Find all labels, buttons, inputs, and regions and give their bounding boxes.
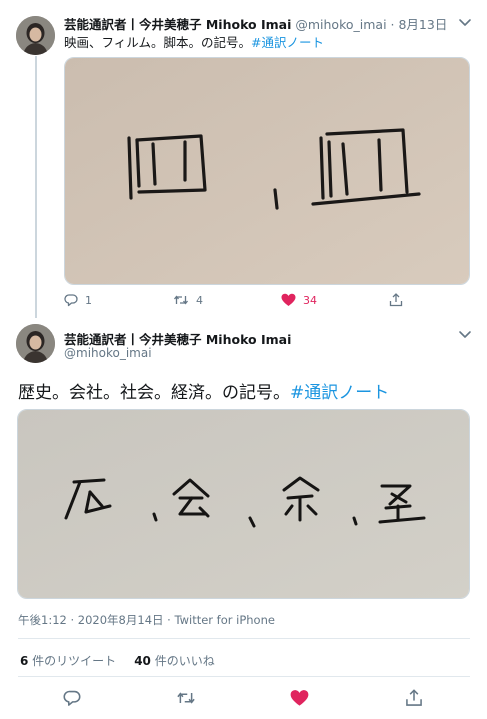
divider <box>18 638 470 639</box>
handle[interactable]: @mihoko_imai <box>64 346 152 360</box>
share-icon[interactable] <box>405 689 423 707</box>
tweet-text: 歴史。会社。社会。経済。の記号。#通訳ノート <box>18 378 389 403</box>
tweet-text: 映画、フィルム。脚本。の記号。#通訳ノート <box>64 32 324 51</box>
handle[interactable]: @mihoko_imai <box>295 17 386 32</box>
retweet-icon <box>173 295 189 305</box>
retweet-icon[interactable] <box>176 689 196 707</box>
reply-count: 1 <box>85 293 92 307</box>
like-count: 34 <box>303 293 317 307</box>
tweet-date[interactable]: 8月13日 <box>398 17 447 32</box>
share-icon[interactable] <box>389 293 403 307</box>
tweet-text-body: 歴史。会社。社会。経済。の記号。 <box>18 383 290 403</box>
retweet-count: 4 <box>196 293 203 307</box>
tweet1-header: 芸能通訳者丨今井美穂子 Mihoko Imai @mihoko_imai · 8… <box>64 14 447 33</box>
like-action[interactable]: 34 <box>281 293 317 307</box>
reply-icon <box>64 294 78 307</box>
hashtag-link[interactable]: #通訳ノート <box>290 383 389 403</box>
avatar[interactable] <box>16 324 55 363</box>
display-name[interactable]: 芸能通訳者丨今井美穂子 Mihoko Imai <box>64 17 291 32</box>
heart-icon <box>281 293 296 306</box>
heart-icon[interactable] <box>290 689 309 707</box>
tweet-text-body: 映画、フィルム。脚本。の記号。 <box>64 35 252 50</box>
chevron-down-icon[interactable] <box>458 330 472 340</box>
reply-icon[interactable] <box>63 689 81 707</box>
separator-dot: · <box>386 17 399 32</box>
retweets-label[interactable]: 件のリツイート <box>28 654 116 668</box>
tweet-photo[interactable] <box>17 409 470 599</box>
retweet-action[interactable]: 4 <box>173 293 203 307</box>
tweet-stats: 6 件のリツイート 40 件のいいね <box>20 652 233 669</box>
reply-action[interactable]: 1 <box>64 293 92 307</box>
chevron-down-icon[interactable] <box>458 18 472 28</box>
divider <box>18 676 470 677</box>
thread-line <box>35 56 37 318</box>
hashtag-link[interactable]: #通訳ノート <box>251 35 324 50</box>
likes-label[interactable]: 件のいいね <box>151 654 215 668</box>
tweet-timestamp[interactable]: 午後1:12 · 2020年8月14日 · Twitter for iPhone <box>18 612 275 628</box>
avatar[interactable] <box>16 16 55 55</box>
likes-number[interactable]: 40 <box>134 654 151 668</box>
tweet-photo[interactable] <box>64 57 470 285</box>
